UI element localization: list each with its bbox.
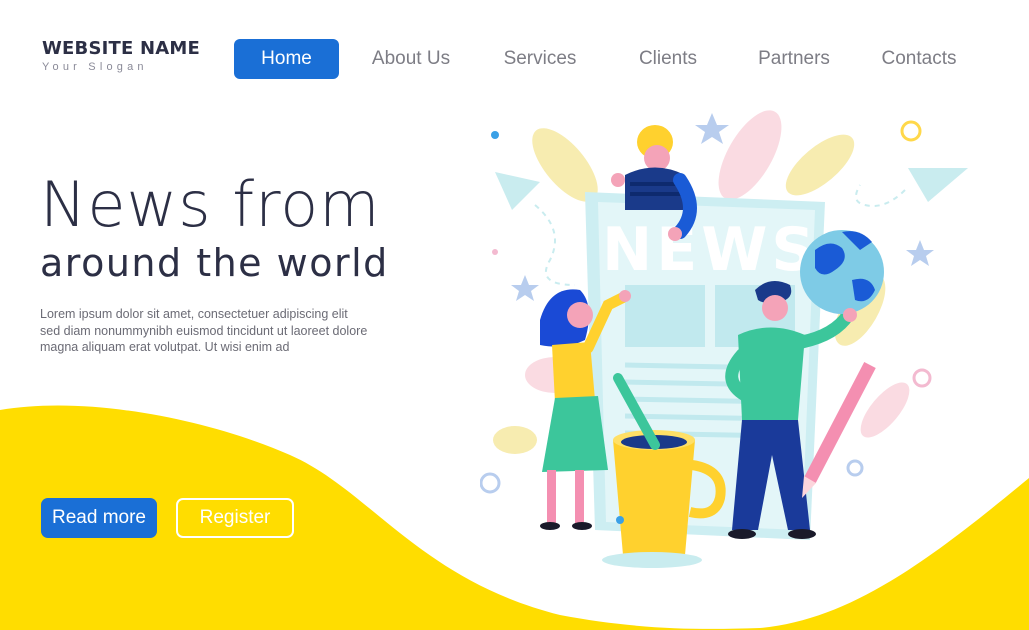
register-button[interactable]: Register	[176, 498, 294, 538]
nav-partners[interactable]: Partners	[752, 39, 836, 79]
nav-contacts[interactable]: Contacts	[874, 39, 964, 79]
nav-about-us[interactable]: About Us	[364, 39, 458, 79]
globe-icon	[800, 230, 884, 314]
brand-logo[interactable]: WEBSITE NAME Your Slogan	[42, 38, 200, 73]
main-nav: Home About Us Services Clients Partners …	[234, 39, 974, 79]
ring-decoration	[846, 459, 864, 477]
star-icon	[906, 240, 934, 266]
nav-clients[interactable]: Clients	[628, 39, 708, 79]
news-illustration: NEWS	[480, 110, 968, 568]
star-icon	[511, 275, 539, 301]
brand-name: WEBSITE NAME	[42, 38, 200, 59]
dashed-trail	[534, 204, 576, 286]
star-icon	[695, 113, 729, 144]
newspaper-headline: NEWS	[602, 215, 819, 285]
hero-description: Lorem ipsum dolor sit amet, consectetuer…	[40, 307, 368, 354]
hero-title: News from around the world	[40, 170, 389, 286]
ring-decoration	[912, 368, 932, 388]
read-more-button[interactable]: Read more	[41, 498, 157, 538]
ring-decoration	[900, 120, 922, 142]
ring-decoration	[480, 472, 501, 494]
paper-plane-icon	[908, 168, 968, 202]
nav-services[interactable]: Services	[496, 39, 584, 79]
nav-home[interactable]: Home	[234, 39, 339, 79]
hero-title-line1: News from	[40, 168, 381, 241]
brand-slogan: Your Slogan	[42, 61, 148, 73]
hero-title-line2: around the world	[40, 241, 389, 285]
paper-plane-icon	[495, 172, 540, 210]
dashed-trail	[855, 184, 906, 207]
